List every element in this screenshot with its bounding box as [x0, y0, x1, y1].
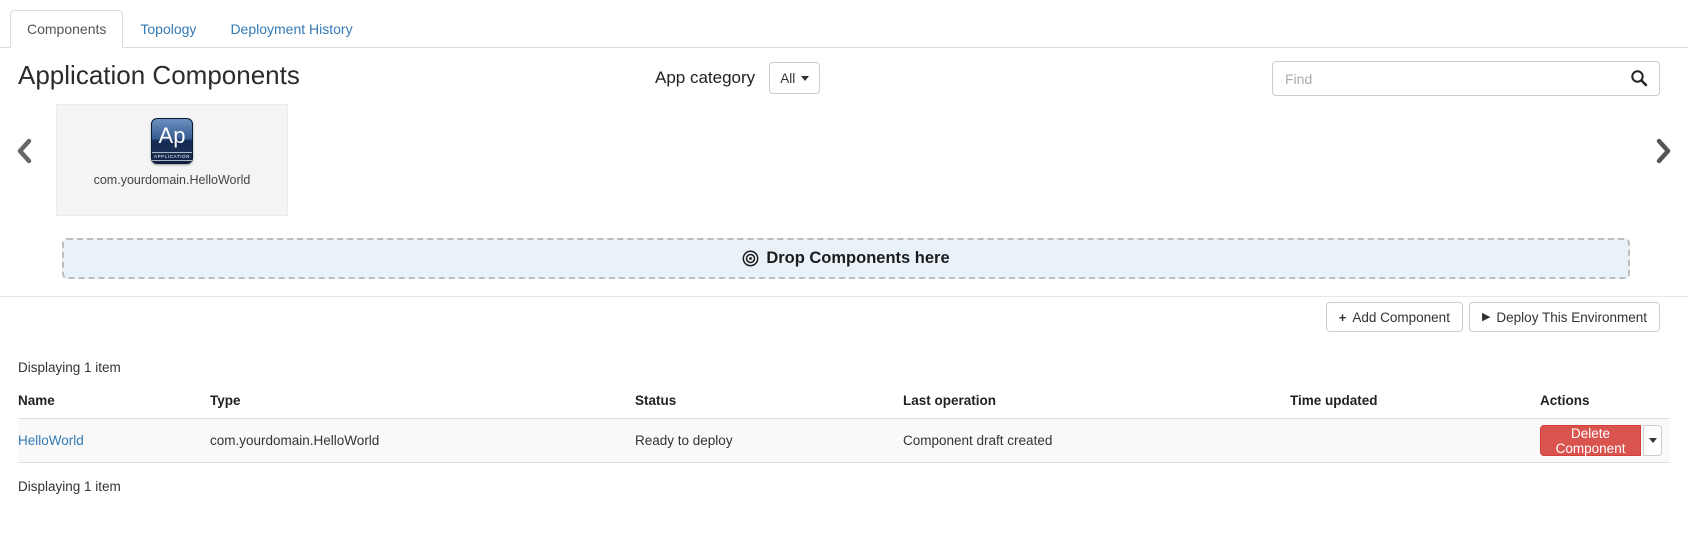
application-icon: Ap APPLICATION: [151, 118, 193, 164]
environment-actions: + Add Component ▶ Deploy This Environmen…: [0, 297, 1688, 337]
app-category-dropdown[interactable]: All: [769, 62, 820, 94]
find-input[interactable]: [1272, 61, 1660, 96]
drop-zone-label: Drop Components here: [766, 249, 949, 268]
tab-topology[interactable]: Topology: [123, 10, 213, 48]
column-header-type: Type: [210, 387, 635, 419]
caret-down-icon: [1649, 438, 1657, 443]
page-title: Application Components: [18, 60, 300, 91]
play-icon: ▶: [1482, 312, 1490, 323]
component-time-updated-cell: [1290, 419, 1540, 463]
search-icon[interactable]: [1630, 69, 1648, 92]
column-header-name: Name: [18, 387, 210, 419]
page-header: Application Components App category All: [0, 48, 1688, 104]
table-header-row: Name Type Status Last operation Time upd…: [18, 387, 1670, 419]
chevron-left-icon: [16, 138, 33, 164]
component-card[interactable]: Ap APPLICATION com.yourdomain.HelloWorld: [56, 104, 288, 216]
drop-components-zone[interactable]: Drop Components here: [62, 238, 1630, 279]
deploy-environment-button[interactable]: ▶ Deploy This Environment: [1469, 302, 1660, 332]
item-count-top: Displaying 1 item: [18, 360, 1688, 375]
tab-bar: Components Topology Deployment History: [0, 10, 1688, 48]
column-header-status: Status: [635, 387, 903, 419]
component-last-operation-cell: Component draft created: [903, 419, 1290, 463]
row-actions-dropdown-toggle[interactable]: [1643, 425, 1662, 456]
component-status-cell: Ready to deploy: [635, 419, 903, 463]
column-header-time-updated: Time updated: [1290, 387, 1540, 419]
component-type-cell: com.yourdomain.HelloWorld: [210, 419, 635, 463]
app-category-label: App category: [655, 68, 755, 88]
column-header-last-operation: Last operation: [903, 387, 1290, 419]
carousel-next-button[interactable]: [1655, 138, 1672, 167]
caret-down-icon: [801, 76, 809, 81]
application-icon-caption: APPLICATION: [152, 152, 192, 161]
column-header-actions: Actions: [1540, 387, 1670, 419]
delete-component-button[interactable]: Delete Component: [1540, 425, 1641, 456]
add-component-button[interactable]: + Add Component: [1326, 302, 1463, 332]
row-actions-group: Delete Component: [1540, 425, 1662, 456]
item-count-bottom: Displaying 1 item: [18, 479, 1688, 494]
component-carousel: Ap APPLICATION com.yourdomain.HelloWorld: [0, 104, 1688, 222]
app-category-value: All: [780, 71, 795, 86]
table-row: HelloWorld com.yourdomain.HelloWorld Rea…: [18, 419, 1670, 463]
tab-deployment-history-label[interactable]: Deployment History: [213, 10, 369, 48]
deploy-environment-label: Deploy This Environment: [1496, 310, 1647, 325]
carousel-prev-button[interactable]: [16, 138, 33, 167]
chevron-right-icon: [1655, 138, 1672, 164]
application-icon-letters: Ap: [159, 121, 186, 151]
find-search: [1272, 61, 1660, 96]
component-card-label: com.yourdomain.HelloWorld: [94, 173, 251, 187]
drop-zone-content: Drop Components here: [742, 249, 949, 268]
component-name-link[interactable]: HelloWorld: [18, 433, 84, 448]
add-component-label: Add Component: [1352, 310, 1450, 325]
target-icon: [742, 250, 759, 267]
app-category-group: App category All: [655, 62, 820, 94]
components-table: Name Type Status Last operation Time upd…: [18, 387, 1670, 463]
tab-topology-label[interactable]: Topology: [123, 10, 213, 48]
tab-components-label[interactable]: Components: [10, 10, 123, 48]
plus-icon: +: [1339, 311, 1347, 324]
tab-components[interactable]: Components: [10, 10, 123, 48]
tab-deployment-history[interactable]: Deployment History: [213, 10, 369, 48]
